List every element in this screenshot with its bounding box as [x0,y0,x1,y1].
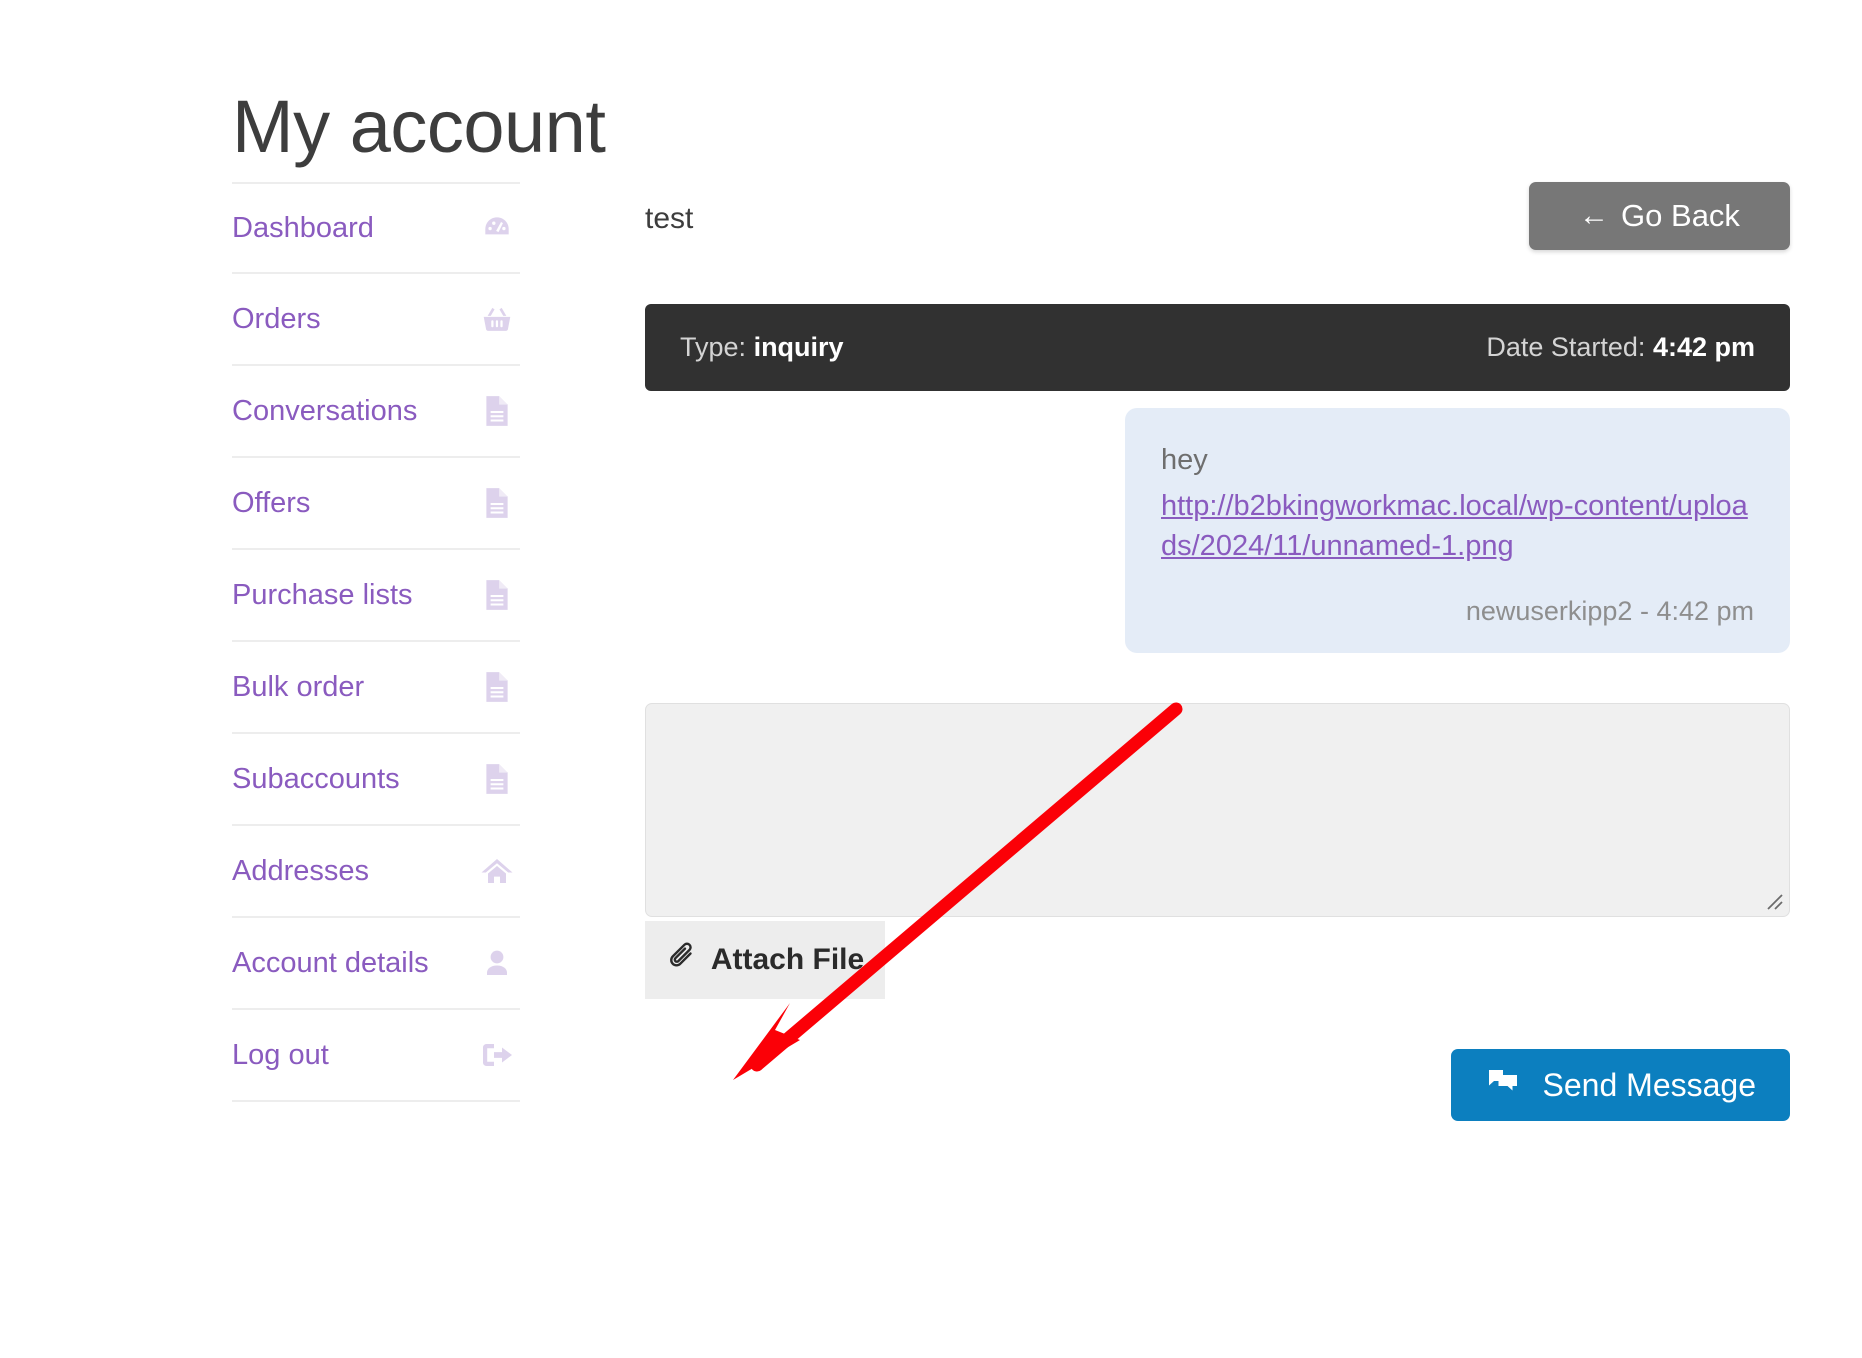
message-row: hey http://b2bkingworkmac.local/wp-conte… [645,408,1790,654]
sidebar-item-offers[interactable]: Offers [232,458,520,550]
shopping-basket-icon [480,302,514,336]
page-title: My account [232,84,606,168]
sidebar-item-addresses[interactable]: Addresses [232,826,520,918]
sidebar-item-label: Orders [232,302,321,335]
conversation-type-value: inquiry [753,332,844,362]
sidebar-item-label: Dashboard [232,211,374,244]
document-icon [480,578,514,612]
sidebar-item-subaccounts[interactable]: Subaccounts [232,734,520,826]
sidebar-item-conversations[interactable]: Conversations [232,366,520,458]
conversation-type-label: Type: [680,332,747,362]
conversation-meta-bar: Type: inquiry Date Started: 4:42 pm [645,304,1790,391]
send-message-label: Send Message [1542,1066,1756,1103]
reply-message-input[interactable] [645,703,1790,918]
sidebar-item-log-out[interactable]: Log out [232,1010,520,1102]
chat-bubbles-icon [1485,1065,1521,1105]
sidebar-item-dashboard[interactable]: Dashboard [232,182,520,274]
reply-textarea-wrapper [645,703,1790,918]
conversation-date-value: 4:42 pm [1652,332,1755,362]
document-icon [480,394,514,428]
message-bubble: hey http://b2bkingworkmac.local/wp-conte… [1125,408,1790,654]
sidebar-item-bulk-order[interactable]: Bulk order [232,642,520,734]
sidebar-item-purchase-lists[interactable]: Purchase lists [232,550,520,642]
conversation-header-row: test ← Go Back [645,182,1790,274]
sidebar-item-label: Addresses [232,854,370,887]
conversation-type: Type: inquiry [680,332,844,363]
message-signature: newuserkipp2 - 4:42 pm [1465,596,1754,627]
message-attachment-link[interactable]: http://b2bkingworkmac.local/wp-content/u… [1161,486,1754,566]
document-icon [480,762,514,796]
sidebar-item-label: Purchase lists [232,578,413,611]
conversation-date-label: Date Started: [1486,332,1646,362]
left-arrow-icon: ← [1579,199,1610,232]
send-message-button[interactable]: Send Message [1450,1049,1790,1122]
sign-out-icon [480,1038,514,1072]
sidebar-item-label: Log out [232,1038,329,1071]
sidebar-item-orders[interactable]: Orders [232,274,520,366]
sidebar-item-label: Bulk order [232,670,365,703]
sidebar-item-label: Subaccounts [232,762,400,795]
message-text: hey [1161,444,1208,476]
conversation-date-started: Date Started: 4:42 pm [1486,332,1755,363]
home-icon [480,854,514,888]
attach-file-button[interactable]: Attach File [645,921,885,1000]
conversation-main: test ← Go Back Type: inquiry Date Starte… [645,182,1790,1122]
send-row: Send Message [645,1049,1790,1122]
go-back-label: Go Back [1621,198,1740,233]
account-sidebar-nav: Dashboard Orders Conversations Offers Pu… [232,182,520,1102]
message-list: hey http://b2bkingworkmac.local/wp-conte… [645,408,1790,654]
sidebar-item-account-details[interactable]: Account details [232,918,520,1010]
user-icon [480,946,514,980]
paperclip-icon [666,940,698,980]
sidebar-item-label: Conversations [232,394,418,427]
go-back-button[interactable]: ← Go Back [1529,182,1790,250]
conversation-subject: test [645,202,694,235]
dashboard-gauge-icon [480,211,514,245]
attach-file-label: Attach File [710,943,865,977]
sidebar-item-label: Account details [232,946,429,979]
document-icon [480,670,514,704]
sidebar-item-label: Offers [232,486,311,519]
document-icon [480,486,514,520]
